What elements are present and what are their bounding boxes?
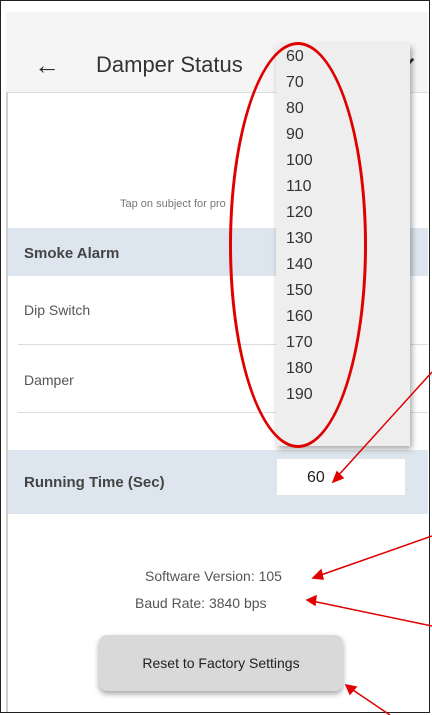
- arrow-head: [305, 594, 317, 607]
- arrow-head: [344, 683, 358, 696]
- annotation-arrow: [317, 535, 432, 577]
- arrow-head: [311, 568, 324, 580]
- annotation-arrows: [305, 371, 432, 715]
- annotation-arrow: [335, 371, 432, 479]
- arrow-head: [331, 470, 345, 484]
- annotation-arrow: [349, 687, 391, 715]
- annotation-arrow: [311, 600, 432, 627]
